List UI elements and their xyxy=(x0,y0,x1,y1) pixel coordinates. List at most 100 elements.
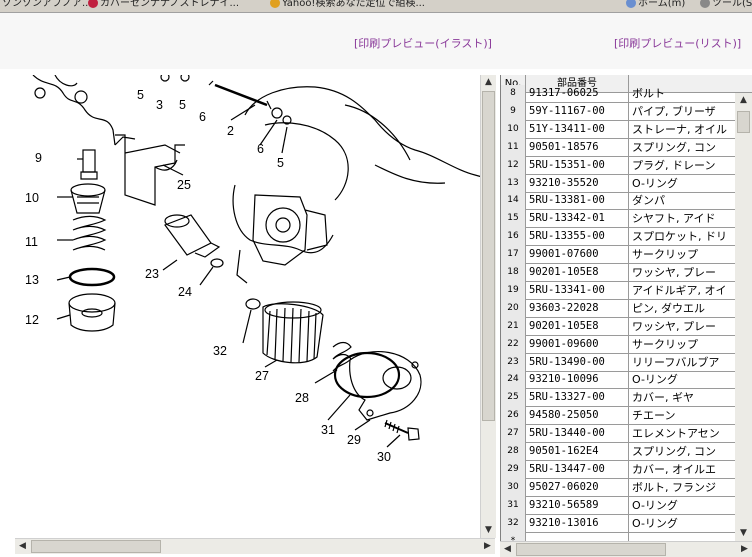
row-number: 18 xyxy=(501,264,526,282)
table-row[interactable]: 32 93210-13016 O-リング xyxy=(501,514,752,533)
table-row[interactable]: 16 5RU-13355-00 スプロケット, ドリ xyxy=(501,228,752,247)
table-row[interactable]: 17 99001-07600 サークリップ xyxy=(501,246,752,265)
row-number: 12 xyxy=(501,156,526,175)
scroll-thumb[interactable] xyxy=(31,540,161,553)
tab-label: Yahoo!検索あなた定位で組検... xyxy=(282,0,425,9)
row-number: 21 xyxy=(501,317,526,336)
browser-tab[interactable]: Yahoo!検索あなた定位で組検... xyxy=(270,0,425,9)
scroll-right-arrow-icon[interactable]: ▶ xyxy=(737,542,752,557)
print-preview-list-link[interactable]: [印刷プレビュー(リスト)] xyxy=(614,35,741,51)
scroll-thumb[interactable] xyxy=(482,91,495,421)
part-name-cell: O-リング xyxy=(632,498,678,512)
table-row[interactable]: 14 5RU-13381-00 ダンパ xyxy=(501,192,752,211)
tab-label: ホーム(m) xyxy=(638,0,686,9)
table-row[interactable]: 18 90201-105E8 ワッシヤ, プレー xyxy=(501,264,752,282)
row-number: 29 xyxy=(501,460,526,479)
home-icon xyxy=(626,0,636,8)
tab-label: ツール(S) xyxy=(712,0,752,9)
part-name-cell: チエーン xyxy=(632,409,676,423)
table-row[interactable]: 25 5RU-13327-00 カバー, ギヤ xyxy=(501,389,752,408)
table-row[interactable]: 21 90201-105E8 ワッシヤ, プレー xyxy=(501,317,752,336)
scroll-up-arrow-icon[interactable]: ▲ xyxy=(736,93,751,108)
callout-label: 5 xyxy=(179,98,186,112)
table-row[interactable]: 22 99001-09600 サークリップ xyxy=(501,335,752,354)
part-name-cell: スプリング, コン xyxy=(632,140,716,154)
scroll-left-arrow-icon[interactable]: ◀ xyxy=(500,542,515,557)
part-number-cell: 5RU-13355-00 xyxy=(526,228,629,247)
table-row[interactable]: 23 5RU-13490-00 リリーフバルブア xyxy=(501,353,752,372)
part-number-cell: 90501-162E4 xyxy=(526,443,629,461)
table-row[interactable]: 11 90501-18576 スプリング, コン xyxy=(501,138,752,157)
print-preview-illustration-link[interactable]: [印刷プレビュー(イラスト)] xyxy=(354,35,492,51)
callout-label: 9 xyxy=(35,151,42,165)
scroll-thumb[interactable] xyxy=(737,111,750,133)
table-row[interactable]: 28 90501-162E4 スプリング, コン xyxy=(501,443,752,461)
callout-label: 6 xyxy=(257,142,264,156)
part-name-cell: シヤフト, アイド xyxy=(632,212,716,226)
part-name-cell: ワッシヤ, プレー xyxy=(632,319,716,333)
row-number: 11 xyxy=(501,138,526,157)
row-number: 32 xyxy=(501,514,526,533)
browser-tab[interactable]: カバーセンナナノストレナイ... xyxy=(88,0,239,9)
part-number-cell: 51Y-13411-00 xyxy=(526,120,629,139)
row-number: 19 xyxy=(501,281,526,300)
scroll-down-arrow-icon[interactable]: ▼ xyxy=(481,523,496,538)
callout-label: 27 xyxy=(255,369,269,383)
table-row[interactable]: 26 94580-25050 チエーン xyxy=(501,407,752,426)
table-row[interactable]: 27 5RU-13440-00 エレメントアセン xyxy=(501,425,752,444)
scroll-up-arrow-icon[interactable]: ▲ xyxy=(481,75,496,90)
table-row[interactable]: 12 5RU-15351-00 プラグ, ドレーン xyxy=(501,156,752,175)
table-row[interactable]: 13 93210-35520 O-リング xyxy=(501,174,752,193)
table-row[interactable]: 31 93210-56589 O-リング xyxy=(501,496,752,515)
part-name-cell: カバー, ギヤ xyxy=(632,391,694,405)
callout-label: 13 xyxy=(25,273,39,287)
part-name-cell: ワッシヤ, プレー xyxy=(632,266,716,279)
table-row[interactable]: 24 93210-10096 O-リング xyxy=(501,371,752,390)
illustration-vertical-scrollbar[interactable]: ▲ ▼ xyxy=(480,75,496,538)
part-name-cell: ストレーナ, オイル xyxy=(632,122,727,136)
part-number-cell: 94580-25050 xyxy=(526,407,629,426)
illustration-horizontal-scrollbar[interactable]: ◀ ▶ xyxy=(15,538,495,554)
parts-illustration[interactable]: 5 3 5 6 2 6 5 9 25 10 11 23 24 13 12 32 … xyxy=(15,75,493,537)
table-row[interactable]: 9 59Y-11167-00 パイプ, ブリーザ xyxy=(501,102,752,121)
tools-menu[interactable]: ツール(S) xyxy=(700,0,752,9)
callout-label: 32 xyxy=(213,344,227,358)
part-number-cell: 93210-56589 xyxy=(526,496,629,515)
row-number: 14 xyxy=(501,192,526,211)
row-number: 24 xyxy=(501,371,526,390)
callout-label: 3 xyxy=(156,98,163,112)
table-row[interactable]: 29 5RU-13447-00 カバー, オイルエ xyxy=(501,460,752,479)
table-row[interactable]: 20 93603-22028 ピン, ダウエル xyxy=(501,299,752,318)
tab-label: カバーセンナナノストレナイ... xyxy=(100,0,240,9)
table-row[interactable]: 10 51Y-13411-00 ストレーナ, オイル xyxy=(501,120,752,139)
table-row[interactable]: 15 5RU-13342-01 シヤフト, アイド xyxy=(501,210,752,229)
part-number-cell: 99001-07600 xyxy=(526,246,629,265)
callout-label: 5 xyxy=(277,156,284,170)
row-number: 16 xyxy=(501,228,526,247)
scroll-down-arrow-icon[interactable]: ▼ xyxy=(736,526,751,541)
browser-tab[interactable]: ゾンゾンアブノア... xyxy=(2,0,92,9)
part-number-cell: 93210-13016 xyxy=(526,514,629,533)
scroll-right-arrow-icon[interactable]: ▶ xyxy=(480,539,495,554)
home-menu[interactable]: ホーム(m) xyxy=(626,0,685,9)
table-vertical-scrollbar[interactable]: ▲ ▼ xyxy=(735,93,752,541)
part-number-cell: 90201-105E8 xyxy=(526,317,629,336)
part-number-cell: 93603-22028 xyxy=(526,299,629,318)
table-row[interactable]: 19 5RU-13341-00 アイドルギア, オイ xyxy=(501,281,752,300)
tab-label: ゾンゾンアブノア... xyxy=(2,0,92,9)
part-name-cell: プラグ, ドレーン xyxy=(632,158,716,172)
part-number-cell: 5RU-13381-00 xyxy=(526,192,629,211)
part-number-cell: 5RU-13327-00 xyxy=(526,389,629,408)
part-number-cell: 5RU-13440-00 xyxy=(526,425,629,444)
parts-list-table: No. 部品番号 8 91317-06025 ボルト 9 59Y-11167-00 パイプ… xyxy=(500,75,752,556)
callout-label: 2 xyxy=(227,124,234,138)
scroll-left-arrow-icon[interactable]: ◀ xyxy=(15,539,30,554)
table-horizontal-scrollbar[interactable]: ◀ ▶ xyxy=(500,541,752,557)
scroll-thumb[interactable] xyxy=(516,543,666,556)
part-name-cell: サークリップ xyxy=(632,248,698,262)
part-name-cell: ダンパ xyxy=(632,194,665,208)
part-number-cell: 5RU-13447-00 xyxy=(526,460,629,479)
table-row[interactable]: 8 91317-06025 ボルト xyxy=(501,85,752,103)
callout-label: 6 xyxy=(199,110,206,124)
table-row[interactable]: 30 95027-06020 ボルト, フランジ xyxy=(501,478,752,497)
